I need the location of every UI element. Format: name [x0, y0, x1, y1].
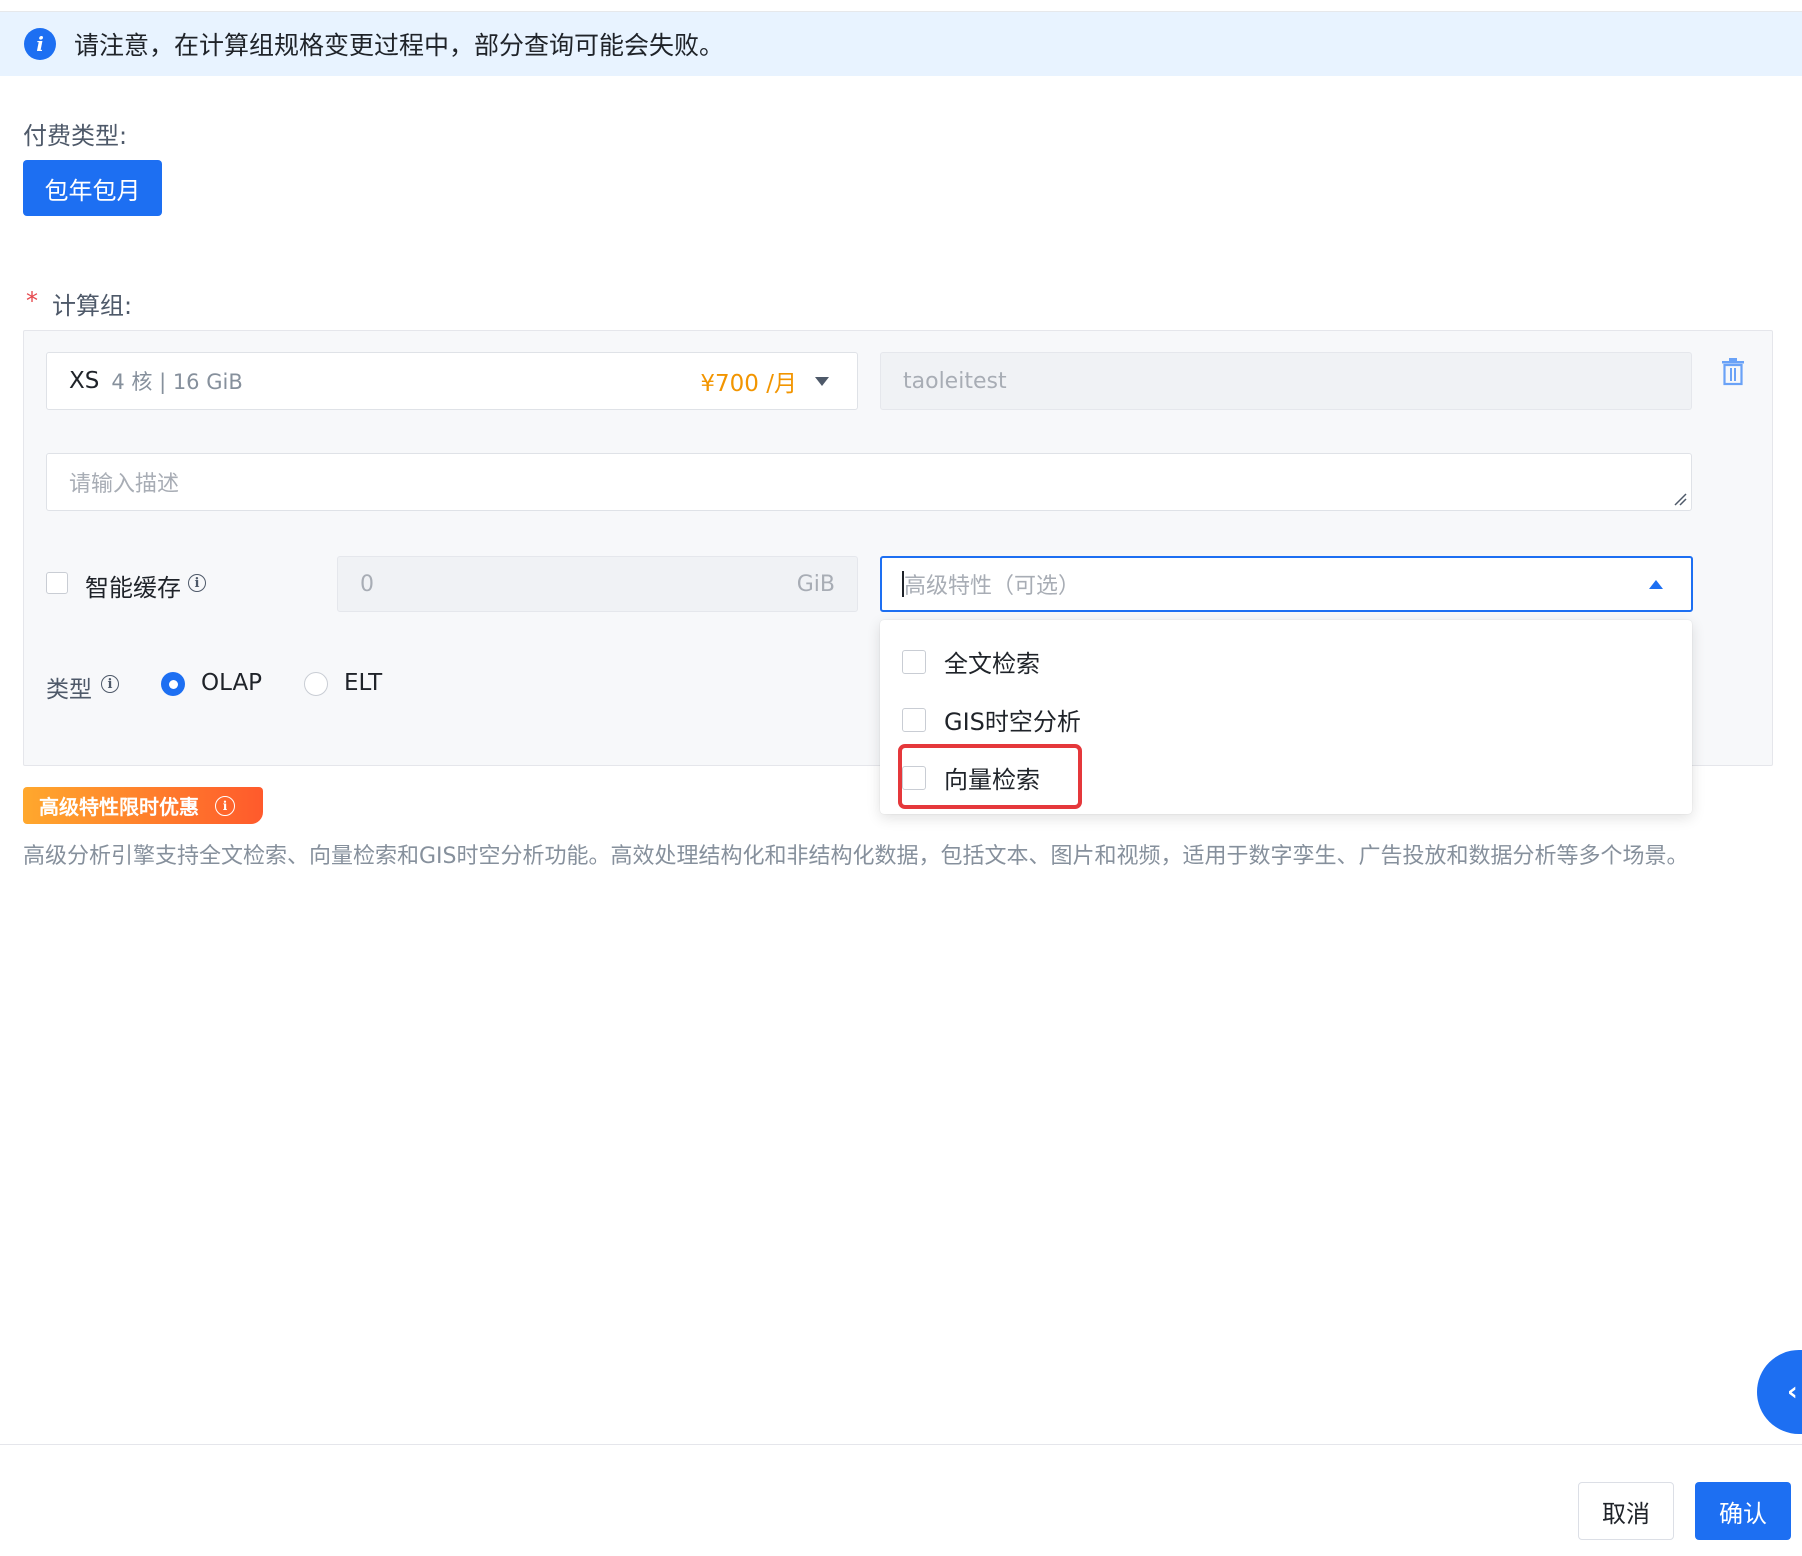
description-input[interactable]: 请输入描述 — [46, 453, 1692, 511]
highlight-box — [898, 744, 1082, 809]
notice-text: 请注意，在计算组规格变更过程中，部分查询可能会失败。 — [74, 31, 725, 60]
billing-option-button[interactable]: 包年包月 — [23, 160, 162, 216]
cancel-button[interactable]: 取消 — [1578, 1482, 1674, 1540]
size-select[interactable]: XS 4 核 | 16 GiB ¥700 /月 — [46, 352, 858, 410]
advanced-features-select[interactable]: 高级特性（可选） — [880, 556, 1693, 612]
radio-olap-label[interactable]: OLAP — [201, 670, 262, 696]
promo-tag: 高级特性限时优惠 i — [23, 787, 263, 824]
confirm-button[interactable]: 确认 — [1695, 1482, 1791, 1540]
required-mark: * — [26, 287, 38, 315]
option-fulltext-label: 全文检索 — [944, 650, 1040, 678]
size-tag: XS — [69, 368, 100, 394]
option-gis-checkbox[interactable] — [902, 707, 926, 732]
group-name-input: taoleitest — [880, 352, 1692, 410]
type-label: 类型 — [46, 677, 92, 703]
radio-olap[interactable] — [161, 672, 185, 696]
chevron-left-icon: ‹ — [1787, 1377, 1798, 1407]
delete-icon[interactable] — [1720, 358, 1746, 386]
radio-elt[interactable] — [304, 672, 328, 696]
option-fulltext-checkbox[interactable] — [902, 649, 926, 674]
promo-tag-text: 高级特性限时优惠 — [39, 795, 199, 819]
smart-cache-label: 智能缓存 — [85, 574, 181, 602]
compute-group-label: 计算组: — [52, 292, 133, 320]
size-spec: 4 核 | 16 GiB — [111, 370, 243, 394]
option-fulltext[interactable]: 全文检索 — [902, 644, 1040, 679]
info-icon: i — [24, 28, 56, 60]
smart-cache-checkbox[interactable] — [46, 572, 68, 594]
size-price: ¥700 /月 — [700, 371, 797, 397]
option-gis-label: GIS时空分析 — [944, 708, 1081, 736]
cache-size-input: 0 GiB — [337, 556, 858, 612]
description-placeholder: 请输入描述 — [69, 472, 180, 497]
option-gis[interactable]: GIS时空分析 — [902, 702, 1081, 737]
resize-handle-icon[interactable] — [1673, 492, 1687, 506]
cache-size-value: 0 — [360, 571, 374, 597]
radio-elt-label[interactable]: ELT — [344, 670, 382, 696]
chevron-down-icon — [815, 376, 829, 386]
billing-type-label: 付费类型: — [23, 122, 128, 150]
group-name-value: taoleitest — [903, 368, 1007, 394]
chevron-up-icon — [1649, 579, 1663, 589]
smart-cache-info-icon[interactable]: i — [188, 574, 206, 592]
type-info-icon[interactable]: i — [101, 675, 119, 693]
collapse-panel-button[interactable]: ‹ — [1757, 1350, 1802, 1434]
top-divider — [0, 0, 1802, 12]
cache-size-unit: GiB — [796, 571, 835, 597]
footer-divider — [0, 1444, 1802, 1445]
promo-description: 高级分析引擎支持全文检索、向量检索和GIS时空分析功能。高效处理结构化和非结构化… — [23, 844, 1689, 869]
promo-info-icon[interactable]: i — [215, 795, 235, 816]
advanced-features-placeholder: 高级特性（可选） — [904, 574, 1081, 599]
notice-banner: i 请注意，在计算组规格变更过程中，部分查询可能会失败。 — [0, 12, 1802, 76]
